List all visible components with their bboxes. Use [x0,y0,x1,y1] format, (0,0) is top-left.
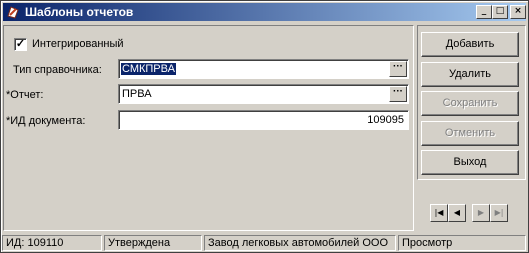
document-id-label: *ИД документа: [6,115,86,127]
maximize-button[interactable]: □ [492,5,508,19]
status-bar: ИД: 109110 Утверждена Завод легковых авт… [1,234,528,252]
status-mode: Просмотр [398,235,526,251]
close-button[interactable]: × [510,5,526,19]
directory-type-label: Тип справочника: [13,64,102,76]
status-state: Утверждена [104,235,202,251]
report-label: *Отчет: [6,89,44,101]
cancel-button[interactable]: Отменить [421,121,519,146]
first-record-icon[interactable]: |◀ [430,204,448,222]
app-icon [6,5,20,19]
status-organization: Завод легковых автомобилей ООО [204,235,396,251]
add-button-label: Добавить [445,38,495,50]
integrated-label: Интегрированный [32,38,124,50]
directory-type-value: СМКПРВА [121,63,176,75]
report-lookup-button[interactable]: ··· [389,86,407,102]
directory-type-field[interactable]: СМКПРВА ··· [118,59,409,79]
prev-record-icon[interactable]: ◀ [448,204,466,222]
add-button[interactable]: Добавить [421,32,519,57]
window-title: Шаблоны отчетов [25,5,134,19]
integrated-checkbox[interactable]: ✓ [14,38,27,51]
delete-button[interactable]: Удалить [421,62,519,87]
document-id-field[interactable]: 109095 [118,110,409,130]
exit-button[interactable]: Выход [421,150,519,175]
delete-button-label: Удалить [449,68,491,80]
cancel-button-label: Отменить [444,127,496,139]
save-button-label: Сохранить [442,97,498,109]
last-record-icon[interactable]: ▶| [490,204,508,222]
report-templates-window: Шаблоны отчетов _ □ × ✓ Интегрированный … [0,0,529,253]
save-button[interactable]: Сохранить [421,91,519,116]
minimize-button[interactable]: _ [476,5,492,19]
form-panel: ✓ Интегрированный Тип справочника: СМКПР… [3,25,414,231]
status-id: ИД: 109110 [2,235,102,251]
report-field[interactable]: ПРВА ··· [118,84,409,104]
report-value: ПРВА [122,88,152,100]
directory-type-lookup-button[interactable]: ··· [389,61,407,77]
exit-button-label: Выход [453,156,487,168]
title-bar[interactable]: Шаблоны отчетов _ □ × [3,3,526,21]
next-record-icon[interactable]: ▶ [472,204,490,222]
document-id-value: 109095 [367,114,404,126]
